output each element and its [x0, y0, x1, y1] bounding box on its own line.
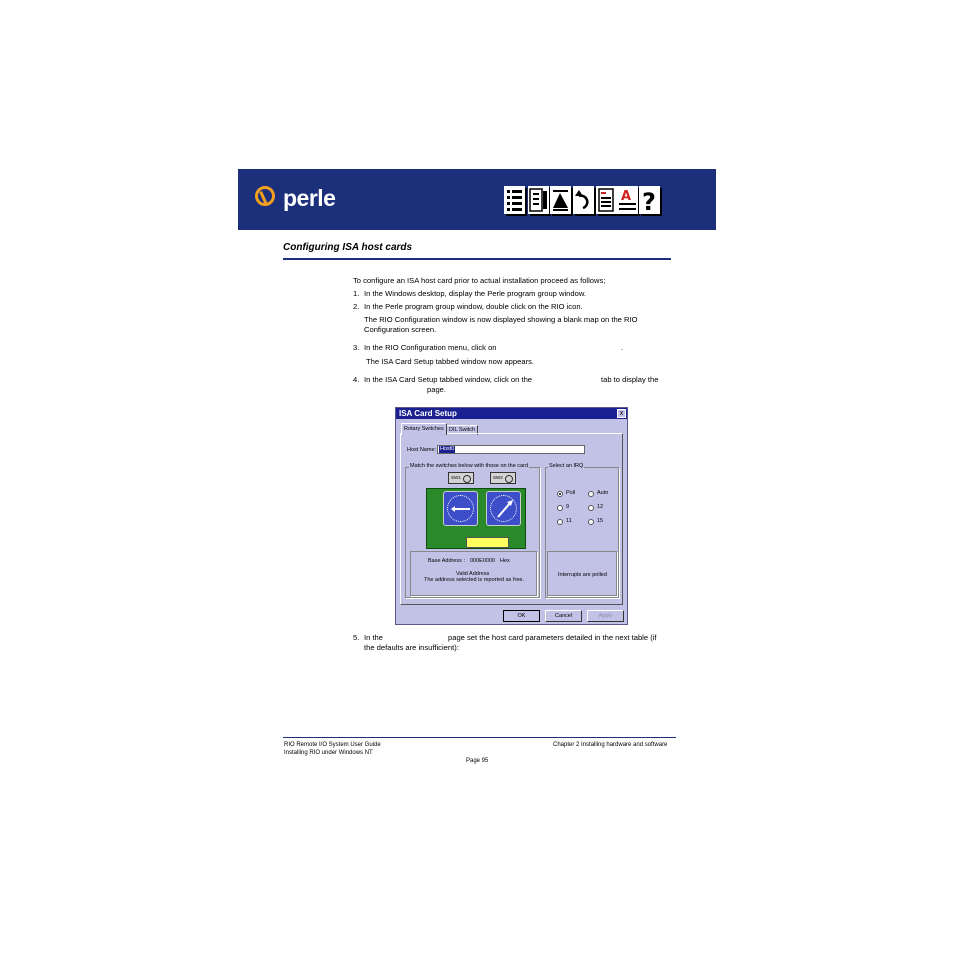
- host-name-input[interactable]: Host0: [437, 445, 585, 454]
- irq-radio-11[interactable]: [557, 519, 563, 525]
- sw2-button[interactable]: SW2: [490, 472, 516, 484]
- apply-button[interactable]: Apply: [587, 610, 624, 622]
- help-icon[interactable]: ?: [639, 186, 660, 214]
- previous-page-icon[interactable]: [550, 186, 571, 214]
- title-divider: [283, 258, 671, 260]
- irq-radio-12[interactable]: [588, 505, 594, 511]
- footer-section: Installing RIO under Windows NT: [284, 750, 373, 756]
- glossary-nav-icon[interactable]: A: [617, 186, 638, 214]
- host-name-label: Host Name:: [407, 447, 437, 453]
- dialog-title: ISA Card Setup: [399, 409, 457, 418]
- perle-logo-text: perle: [283, 185, 336, 211]
- step-number: 2.: [353, 302, 360, 311]
- irq-label: 15: [597, 518, 604, 524]
- step-5-mid: page set the host card parameters detail…: [448, 633, 657, 642]
- irq-label: 11: [566, 518, 572, 524]
- step-2-note: Configuration screen.: [364, 325, 437, 334]
- irq-label: Poll: [566, 490, 576, 496]
- switch-icon: [505, 475, 513, 483]
- dial-pointer-icon: [451, 506, 470, 512]
- svg-text:A: A: [621, 189, 631, 204]
- address-note: The address selected is reported as free…: [424, 577, 524, 583]
- base-address-label: Base Address :: [428, 558, 465, 564]
- irq-radio-auto[interactable]: [588, 491, 594, 497]
- host-name-value: Host0: [439, 446, 456, 453]
- contents-nav-icon[interactable]: [504, 186, 525, 214]
- close-icon[interactable]: x: [617, 409, 626, 418]
- card-chip: [466, 537, 509, 548]
- step-3-end: .: [621, 343, 624, 352]
- footer-divider: [283, 737, 676, 738]
- perle-logo-icon: [255, 186, 275, 206]
- step-5-text: In the: [364, 633, 383, 642]
- step-number: 4.: [353, 375, 360, 384]
- cancel-button[interactable]: Cancel: [545, 610, 582, 622]
- irq-group-label: Select an IRQ: [548, 463, 585, 470]
- irq-radio-poll[interactable]: [557, 491, 563, 497]
- sw1-button[interactable]: SW1: [448, 472, 474, 484]
- page-number: Page 95: [466, 758, 489, 764]
- sw1-label: SW1: [451, 475, 461, 480]
- irq-radio-15[interactable]: [588, 519, 594, 525]
- step-4-text: In the ISA Card Setup tabbed window, cli…: [364, 375, 533, 384]
- rotary-switch-2[interactable]: [486, 491, 521, 526]
- index-nav-icon[interactable]: [528, 186, 549, 214]
- document-nav-icon[interactable]: [596, 186, 617, 214]
- sw2-label: SW2: [493, 475, 503, 480]
- base-address-value: 000E0000: [470, 558, 496, 564]
- step-number: 5.: [353, 633, 360, 642]
- step-1-text: In the Windows desktop, display the Perl…: [364, 289, 587, 298]
- step-4-end: page.: [427, 385, 447, 394]
- irq-label: 12: [597, 504, 604, 510]
- step-5-end: the defaults are insufficient):: [364, 643, 459, 652]
- switch-match-label: Match the switches below with those on t…: [409, 463, 530, 470]
- step-2-note: The RIO Configuration window is now disp…: [364, 315, 638, 324]
- section-title: Configuring ISA host cards: [283, 242, 413, 253]
- rotary-switch-1[interactable]: [443, 491, 478, 526]
- dial-pointer-icon: [497, 500, 513, 518]
- tab-rotary-switches[interactable]: Rotary Switches: [401, 423, 447, 435]
- svg-text:?: ?: [642, 188, 656, 214]
- switch-icon: [463, 475, 471, 483]
- step-2-text: In the Perle program group window, doubl…: [364, 302, 583, 311]
- irq-radio-9[interactable]: [557, 505, 563, 511]
- go-back-icon[interactable]: [573, 186, 594, 214]
- footer-chapter: Chapter 2 Installing hardware and softwa…: [553, 742, 668, 748]
- irq-label: Auto: [597, 490, 609, 496]
- step-3-text: In the RIO Configuration menu, click on: [364, 343, 497, 352]
- footer-guide-title: RIO Remote I/O System User Guide: [284, 742, 381, 748]
- intro-text: To configure an ISA host card prior to a…: [353, 276, 606, 285]
- irq-label: 9: [566, 504, 570, 510]
- step-number: 1.: [353, 289, 360, 298]
- base-address-unit: Hex: [500, 558, 510, 564]
- interrupt-note: Interrupts are polled: [558, 572, 607, 578]
- step-3-note: The ISA Card Setup tabbed window now app…: [366, 357, 535, 366]
- step-number: 3.: [353, 343, 360, 352]
- step-4-mid: tab to display the: [601, 375, 659, 384]
- ok-button[interactable]: OK: [503, 610, 540, 622]
